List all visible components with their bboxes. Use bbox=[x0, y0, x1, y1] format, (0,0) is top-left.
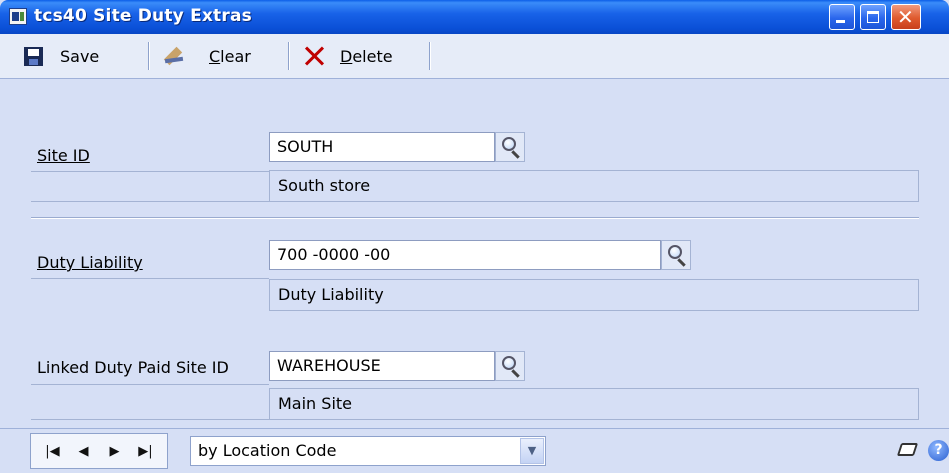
site-id-lookup-button[interactable] bbox=[495, 132, 525, 162]
delete-x-icon bbox=[303, 45, 325, 67]
previous-record-button[interactable]: ◀ bbox=[73, 444, 95, 459]
row-divider bbox=[31, 384, 269, 385]
app-window-icon bbox=[9, 8, 27, 25]
window-title: tcs40 Site Duty Extras bbox=[34, 6, 252, 26]
title-bar[interactable]: tcs40 Site Duty Extras ✕ bbox=[0, 0, 949, 34]
toolbar-separator bbox=[148, 42, 150, 70]
row-divider bbox=[31, 171, 269, 172]
help-icon[interactable]: ? bbox=[928, 440, 949, 461]
row-divider bbox=[31, 201, 269, 202]
save-label: Save bbox=[60, 46, 100, 66]
duty-liability-field[interactable]: 700 -0000 -00 bbox=[269, 240, 661, 270]
record-navigator: |◀ ◀ ▶ ▶| bbox=[30, 433, 168, 469]
sort-order-value: by Location Code bbox=[198, 441, 337, 460]
magnifier-icon bbox=[502, 137, 516, 151]
save-icon bbox=[24, 46, 43, 66]
linked-site-description: Main Site bbox=[269, 388, 919, 420]
toolbar-separator bbox=[288, 42, 290, 70]
clear-label: Clear bbox=[209, 47, 251, 66]
toolbar: Save Clear Delete bbox=[0, 34, 949, 79]
linked-site-lookup-button[interactable] bbox=[495, 351, 525, 381]
minimize-icon bbox=[836, 20, 845, 23]
magnifier-handle bbox=[677, 258, 686, 267]
duty-liability-lookup-button[interactable] bbox=[661, 240, 691, 270]
minimize-button[interactable] bbox=[829, 4, 855, 30]
linked-site-label: Linked Duty Paid Site ID bbox=[37, 358, 229, 377]
next-record-button[interactable]: ▶ bbox=[104, 444, 126, 459]
delete-label-rest: elete bbox=[352, 46, 393, 66]
sort-order-dropdown[interactable]: by Location Code ▼ bbox=[190, 436, 546, 466]
eraser-icon bbox=[163, 46, 189, 66]
linked-site-field[interactable]: WAREHOUSE bbox=[269, 351, 495, 381]
maximize-button[interactable] bbox=[860, 4, 886, 30]
duty-liability-label[interactable]: Duty Liability bbox=[37, 253, 143, 272]
chevron-down-icon[interactable]: ▼ bbox=[520, 438, 544, 464]
clear-accelerator: C bbox=[209, 46, 221, 66]
toolbar-separator bbox=[429, 42, 431, 70]
maximize-icon bbox=[867, 11, 879, 23]
save-button[interactable]: Save bbox=[24, 34, 99, 78]
site-id-label[interactable]: Site ID bbox=[37, 146, 90, 165]
close-button[interactable]: ✕ bbox=[891, 4, 921, 30]
magnifier-icon bbox=[502, 356, 516, 370]
delete-button[interactable]: Delete bbox=[303, 34, 393, 78]
clear-button[interactable]: Clear bbox=[163, 34, 251, 78]
magnifier-handle bbox=[511, 150, 520, 159]
site-id-field[interactable]: SOUTH bbox=[269, 132, 495, 162]
delete-accelerator: D bbox=[340, 46, 353, 66]
close-icon: ✕ bbox=[897, 5, 914, 29]
section-divider bbox=[31, 217, 919, 219]
clear-label-rest: lear bbox=[220, 46, 251, 66]
duty-liability-description: Duty Liability bbox=[269, 279, 919, 311]
magnifier-icon bbox=[668, 245, 682, 259]
magnifier-handle bbox=[511, 369, 520, 378]
window: tcs40 Site Duty Extras ✕ Save Clear Dele… bbox=[0, 0, 949, 473]
row-divider bbox=[31, 419, 269, 420]
site-id-description: South store bbox=[269, 170, 919, 202]
row-divider bbox=[31, 278, 269, 279]
last-record-button[interactable]: ▶| bbox=[135, 444, 157, 459]
first-record-button[interactable]: |◀ bbox=[42, 444, 64, 459]
note-icon[interactable] bbox=[898, 442, 920, 458]
status-bar: |◀ ◀ ▶ ▶| by Location Code ▼ ? bbox=[0, 428, 949, 473]
delete-label: Delete bbox=[340, 47, 393, 66]
